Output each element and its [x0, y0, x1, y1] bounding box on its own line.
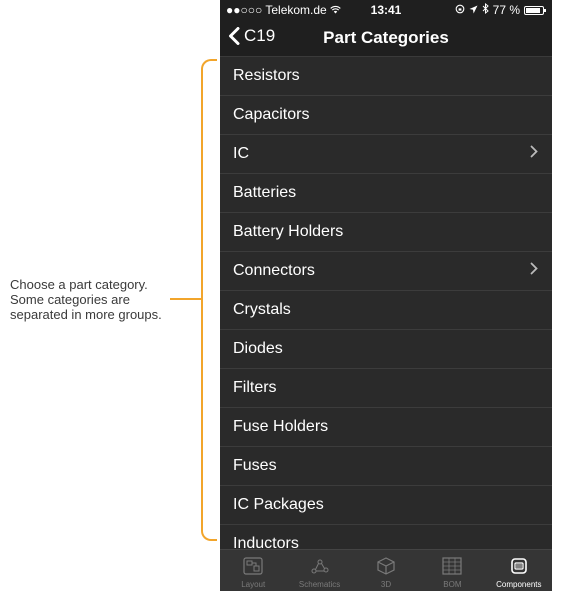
bluetooth-icon [482, 2, 489, 17]
category-row[interactable]: Batteries [220, 174, 552, 213]
category-label: Fuse Holders [233, 418, 329, 435]
category-label: Diodes [233, 340, 283, 357]
tab-bom[interactable]: BOM [419, 550, 485, 591]
tab-bar: Layout Schematics 3D BOM Components [220, 549, 552, 591]
category-label: Batteries [233, 184, 297, 201]
location-icon [469, 3, 478, 17]
category-label: Battery Holders [233, 223, 344, 240]
chevron-right-icon [530, 262, 538, 280]
battery-percent: 77 % [492, 3, 520, 17]
tab-label: Components [496, 580, 542, 589]
category-row[interactable]: IC Packages [220, 486, 552, 525]
category-label: Capacitors [233, 106, 310, 123]
tab-components[interactable]: Components [486, 550, 552, 591]
category-list: Resistors Capacitors IC Batteries Battery Ho… [220, 57, 552, 564]
category-label: IC [233, 145, 249, 162]
category-row[interactable]: Crystals [220, 291, 552, 330]
category-label: Filters [233, 379, 277, 396]
category-row[interactable]: Diodes [220, 330, 552, 369]
annotation-line: Choose a part category. [10, 277, 148, 292]
category-row[interactable]: Fuses [220, 447, 552, 486]
schematics-icon [310, 557, 330, 580]
status-bar: ●●○○○ Telekom.de 13:41 77 % [220, 0, 552, 20]
annotation-bracket [201, 59, 217, 541]
category-label: Crystals [233, 301, 291, 318]
category-row[interactable]: Filters [220, 369, 552, 408]
category-row[interactable]: Capacitors [220, 96, 552, 135]
tab-3d[interactable]: 3D [353, 550, 419, 591]
battery-icon [524, 5, 546, 15]
cube-icon [376, 557, 396, 580]
tab-label: BOM [443, 580, 462, 589]
category-row[interactable]: Battery Holders [220, 213, 552, 252]
layout-icon [243, 557, 263, 580]
phone-screen: ●●○○○ Telekom.de 13:41 77 % C19 Part Cat… [220, 0, 552, 591]
chip-icon [509, 557, 529, 580]
category-label: Resistors [233, 67, 300, 84]
tab-schematics[interactable]: Schematics [286, 550, 352, 591]
chevron-right-icon [530, 145, 538, 163]
category-row[interactable]: Connectors [220, 252, 552, 291]
tab-label: 3D [380, 580, 392, 589]
annotation-text: Choose a part category. Some categories … [10, 277, 170, 322]
tab-layout[interactable]: Layout [220, 550, 286, 591]
category-row[interactable]: IC [220, 135, 552, 174]
tab-label: Schematics [298, 580, 341, 589]
grid-icon [442, 557, 463, 580]
category-row[interactable]: Resistors [220, 57, 552, 96]
status-right: 77 % [455, 2, 546, 17]
navigation-bar: C19 Part Categories [220, 20, 552, 57]
annotation-line: Some categories are [10, 292, 130, 307]
annotation-connector [170, 298, 202, 300]
category-label: Fuses [233, 457, 277, 474]
category-label: Connectors [233, 262, 315, 279]
category-label: IC Packages [233, 496, 324, 513]
tab-label: Layout [241, 580, 266, 589]
page-title: Part Categories [323, 28, 449, 47]
category-row[interactable]: Fuse Holders [220, 408, 552, 447]
annotation-line: separated in more groups. [10, 307, 162, 322]
orientation-lock-icon [455, 3, 465, 17]
